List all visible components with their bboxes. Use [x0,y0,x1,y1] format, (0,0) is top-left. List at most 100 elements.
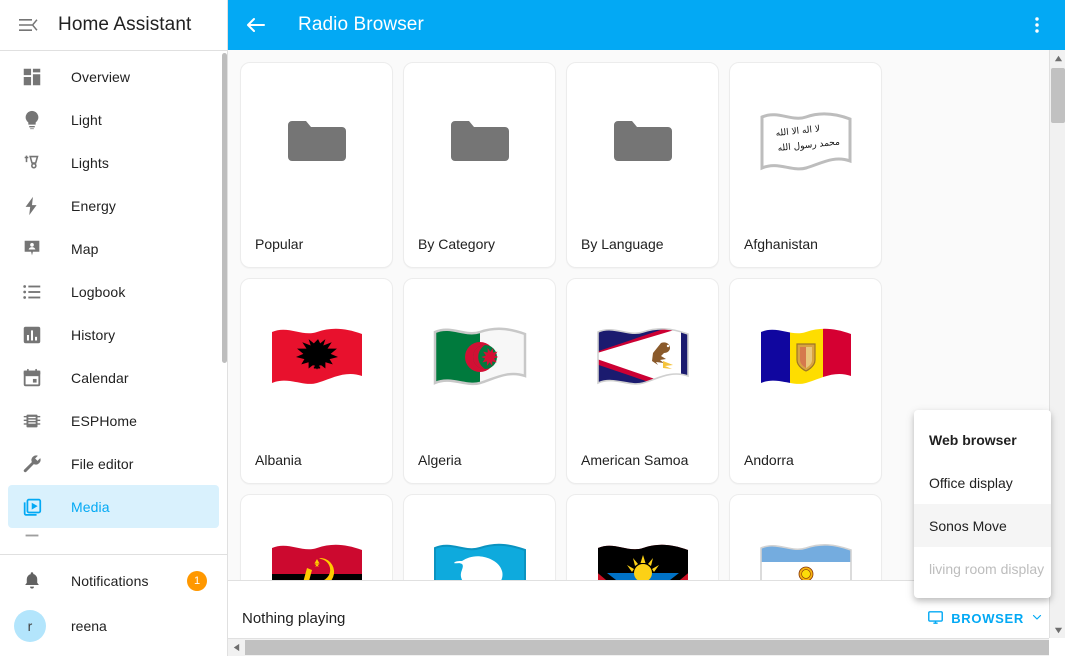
sidebar-item-label: Overview [71,69,130,85]
menu-item-label: Web browser [929,432,1017,448]
lightning-bolt-icon [20,194,44,218]
sidebar-item-label: Light [71,112,102,128]
vertical-scrollbar[interactable] [1049,50,1065,638]
play-box-multiple-icon [20,495,44,519]
sidebar-item-user[interactable]: r reena [8,602,219,650]
sidebar-item-logbook[interactable]: Logbook [8,270,219,313]
view-dashboard-icon [20,65,44,89]
chip-icon [20,409,44,433]
monitor-icon [927,609,944,629]
media-card-by-language[interactable]: By Language [566,62,719,268]
media-card-label: Andorra [730,437,881,483]
menu-item-web-browser[interactable]: Web browser [914,418,1051,461]
chevron-down-icon [1031,611,1043,626]
sidebar-item-file-editor[interactable]: File editor [8,442,219,485]
arrow-left-icon[interactable] [236,5,276,45]
sidebar-nav: Overview Light Lights [0,51,227,554]
app-title: Home Assistant [54,14,191,36]
avatar: r [14,610,46,642]
horizontal-scrollbar[interactable] [228,638,1049,656]
media-card-algeria[interactable]: Algeria [403,278,556,484]
media-card-albania[interactable]: Albania [240,278,393,484]
lightbulb-icon [20,108,44,132]
media-card-label: Albania [241,437,392,483]
media-card-andorra[interactable]: Andorra [729,278,882,484]
flag-andorra-icon [730,279,881,437]
menu-item-sonos-move[interactable]: Sonos Move [914,504,1051,547]
player-target-label: BROWSER [951,611,1024,626]
main-panel: Radio Browser Popular [228,0,1065,656]
flag-american-samoa-icon [567,279,718,437]
sidebar-item-label: Media [71,499,110,515]
dots-vertical-icon[interactable] [1017,5,1057,45]
media-card-label: Popular [241,221,392,267]
home-assistant-app: Home Assistant Overview Light [0,0,1065,656]
menu-item-label: Sonos Move [929,518,1007,534]
sidebar-item-notifications[interactable]: Notifications 1 [8,559,219,602]
menu-item-label: Office display [929,475,1013,491]
menu-collapse-icon[interactable] [8,5,48,45]
sidebar: Home Assistant Overview Light [0,0,228,656]
sidebar-item-label: ESPHome [71,413,137,429]
player-status: Nothing playing [242,610,919,627]
format-list-bulleted-icon [20,280,44,304]
sidebar-item-map[interactable]: Map [8,227,219,270]
sidebar-item-lights[interactable]: Lights [8,141,219,184]
page-title: Radio Browser [298,14,1017,36]
sidebar-item-label: Energy [71,198,116,214]
media-card-american-samoa[interactable]: American Samoa [566,278,719,484]
sidebar-item-partial[interactable] [8,528,219,550]
vertical-scrollbar-thumb[interactable] [1051,68,1065,123]
toolbar: Radio Browser [228,0,1065,50]
media-card-label: By Category [404,221,555,267]
menu-item-office-display[interactable]: Office display [914,461,1051,504]
sidebar-item-overview[interactable]: Overview [8,55,219,98]
sidebar-item-esphome[interactable]: ESPHome [8,399,219,442]
scroll-up-arrow-icon[interactable] [1050,50,1065,66]
media-card-by-category[interactable]: By Category [403,62,556,268]
scroll-down-arrow-icon[interactable] [1050,622,1065,638]
sidebar-item-light[interactable]: Light [8,98,219,141]
media-card-label: Afghanistan [730,221,881,267]
sidebar-item-label: Logbook [71,284,125,300]
sidebar-item-history[interactable]: History [8,313,219,356]
media-card-label: Algeria [404,437,555,483]
sidebar-item-energy[interactable]: Energy [8,184,219,227]
map-marker-account-icon [20,237,44,261]
flag-albania-icon [241,279,392,437]
sidebar-item-calendar[interactable]: Calendar [8,356,219,399]
notifications-label: Notifications [71,573,149,589]
sidebar-item-media[interactable]: Media [8,485,219,528]
sidebar-item-label: Lights [71,155,109,171]
sidebar-item-label: Map [71,241,99,257]
sidebar-item-label: Calendar [71,370,129,386]
notification-badge: 1 [187,571,207,591]
scroll-left-arrow-icon[interactable] [228,639,244,656]
wrench-icon [20,452,44,476]
media-card-label: By Language [567,221,718,267]
chart-box-icon [20,323,44,347]
media-card-popular[interactable]: Popular [240,62,393,268]
sidebar-header: Home Assistant [0,0,227,50]
sidebar-scrollbar-thumb[interactable] [222,53,227,363]
folder-icon [404,63,555,221]
menu-item-living-room-display: living room display [914,547,1051,590]
player-target-button[interactable]: BROWSER [919,603,1051,635]
menu-item-label: living room display [929,561,1044,577]
horizontal-scrollbar-thumb[interactable] [245,640,1049,655]
partial-icon [20,528,44,542]
folder-icon [241,63,392,221]
flag-afghanistan-icon: لا اله الا الله محمد رسول الله [730,63,881,221]
player-target-menu: Web browser Office display Sonos Move li… [914,410,1051,598]
sidebar-item-label: File editor [71,456,134,472]
calendar-icon [20,366,44,390]
media-card-afghanistan[interactable]: لا اله الا الله محمد رسول الله Afghanist… [729,62,882,268]
flag-algeria-icon [404,279,555,437]
folder-icon [567,63,718,221]
sidebar-footer: Notifications 1 r reena [0,555,227,656]
media-card-label: American Samoa [567,437,718,483]
sidebar-item-label: History [71,327,115,343]
bell-icon [20,569,44,593]
ceiling-light-icon [20,151,44,175]
user-name: reena [71,618,107,634]
